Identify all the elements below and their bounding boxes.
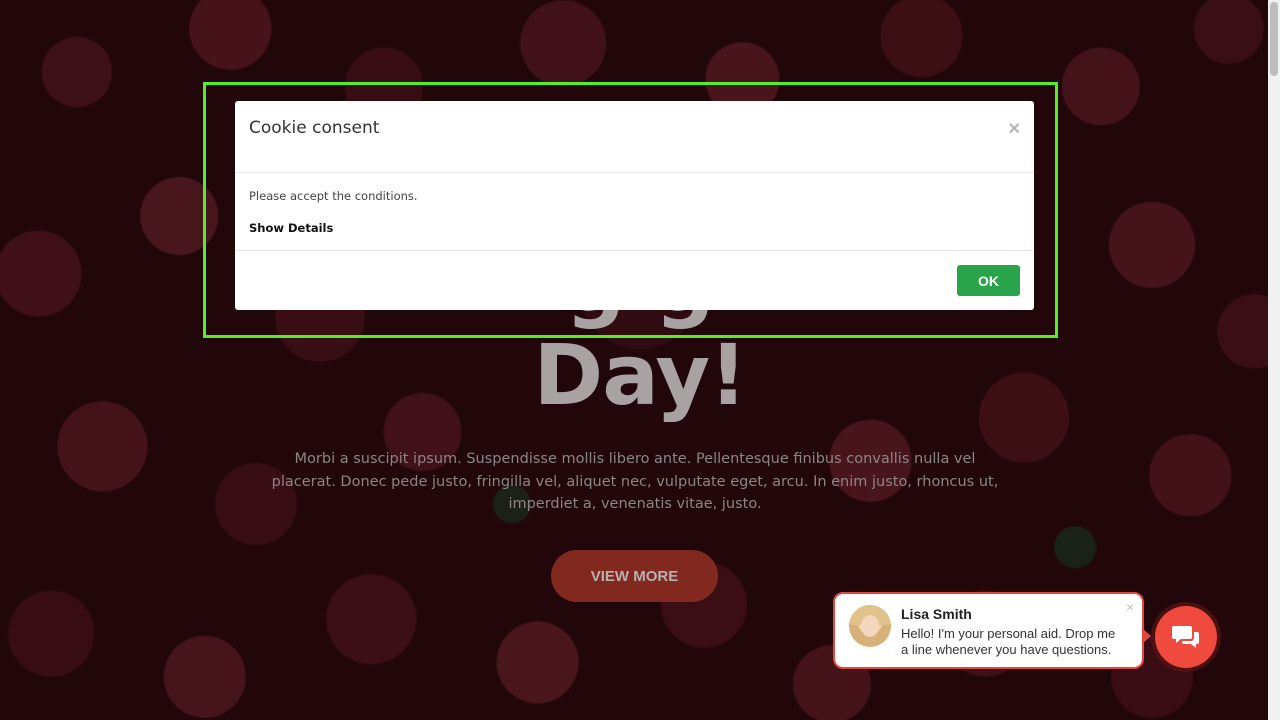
chat-message: Hello! I'm your personal aid. Drop me a …: [901, 626, 1116, 657]
view-more-button[interactable]: VIEW MORE: [551, 550, 718, 602]
hero-title-line2: Day!: [533, 326, 748, 424]
page-scrollbar[interactable]: [1268, 0, 1280, 720]
modal-message: Please accept the conditions.: [249, 189, 418, 203]
close-icon[interactable]: ×: [1008, 119, 1020, 139]
close-icon[interactable]: ×: [1126, 599, 1134, 615]
modal-header: Cookie consent ×: [235, 101, 1034, 173]
ok-button[interactable]: OK: [957, 265, 1020, 296]
avatar: [849, 605, 891, 647]
modal-body: Please accept the conditions. Show Detai…: [235, 173, 1034, 251]
scrollbar-thumb[interactable]: [1270, 2, 1278, 76]
chat-bubbles-icon: [1172, 626, 1199, 648]
show-details-link[interactable]: Show Details: [249, 221, 333, 235]
chat-agent-name: Lisa Smith: [901, 606, 972, 622]
cookie-consent-modal: Cookie consent × Please accept the condi…: [235, 101, 1034, 310]
chat-launcher-button[interactable]: [1155, 606, 1217, 668]
hero-description: Morbi a suscipit ipsum. Suspendisse moll…: [271, 451, 999, 512]
chat-greeting-bubble[interactable]: Lisa Smith Hello! I'm your personal aid.…: [833, 592, 1151, 669]
modal-title: Cookie consent: [249, 118, 380, 138]
modal-footer: OK: [235, 251, 1034, 309]
